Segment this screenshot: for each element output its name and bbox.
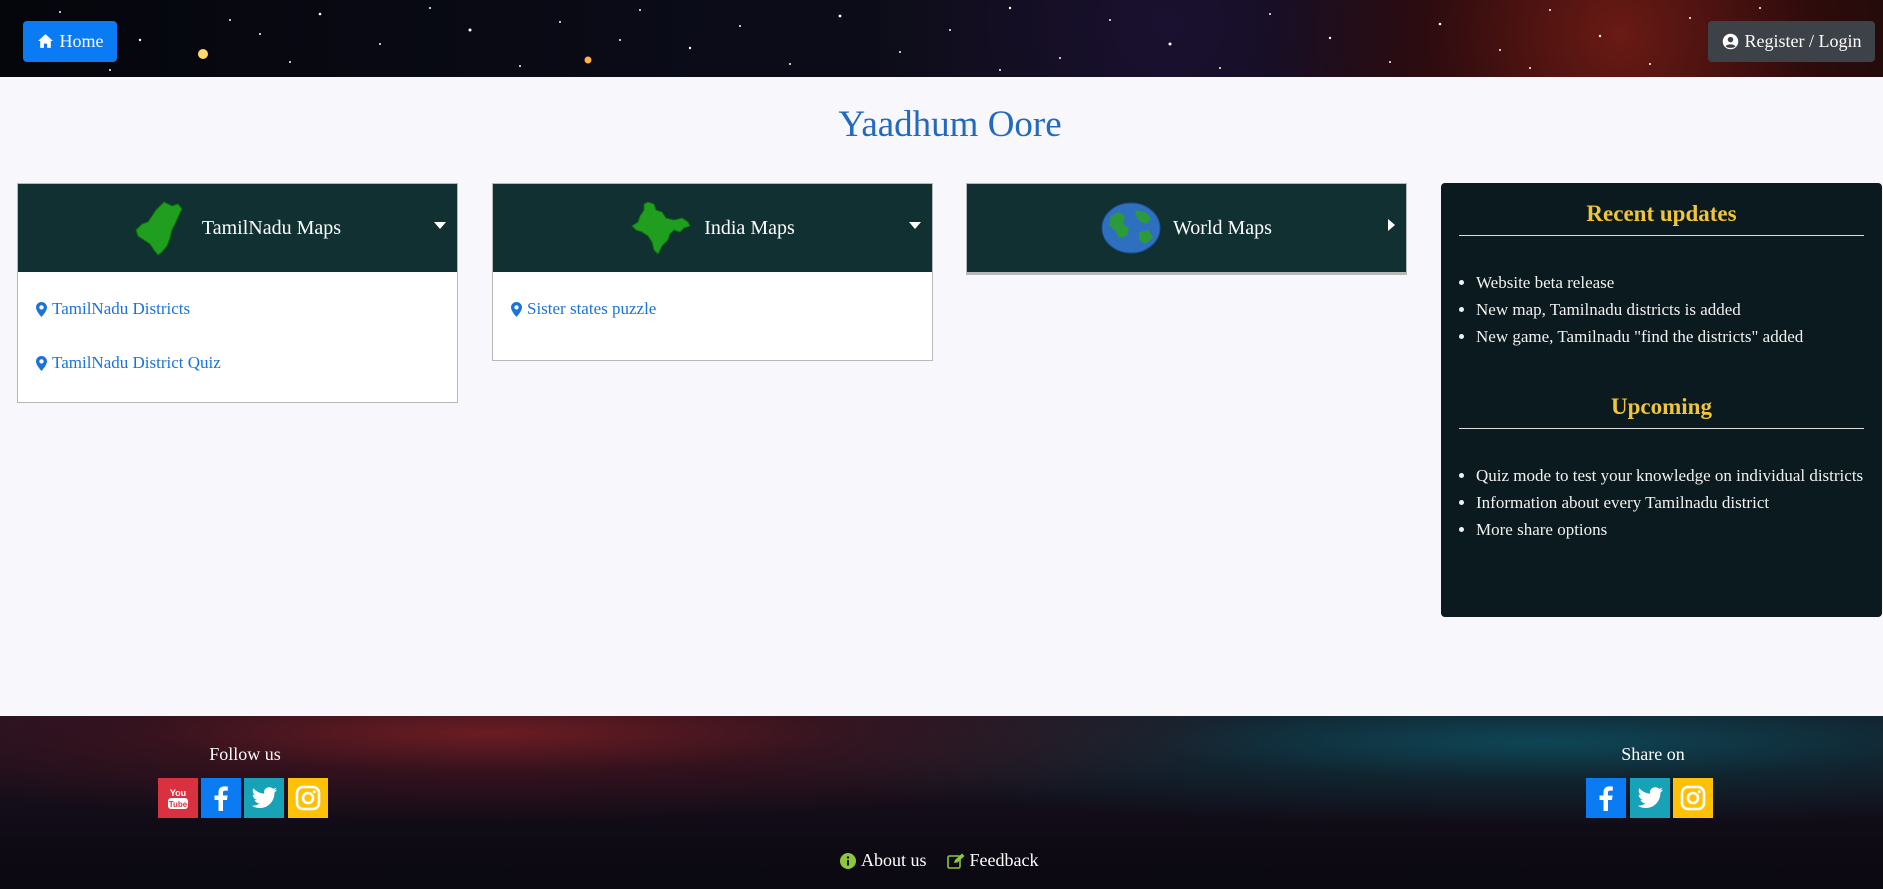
world-maps-title: World Maps [1173,216,1272,239]
instagram-icon [1680,785,1706,811]
tamilnadu-district-quiz-link[interactable]: TamilNadu District Quiz [36,336,439,390]
tamilnadu-maps-card: TamilNadu Maps TamilNadu Districts Tamil… [17,183,458,403]
about-us-link[interactable]: About us [840,850,927,871]
twitter-icon [1637,787,1663,808]
india-maps-header[interactable]: India Maps [493,184,932,272]
tamilnadu-map-icon [135,201,183,256]
tamilnadu-maps-title: TamilNadu Maps [201,216,342,239]
divider [1459,235,1864,236]
list-item: Website beta release [1476,269,1864,296]
twitter-icon [251,787,277,808]
india-maps-card: India Maps Sister states puzzle [492,183,933,361]
youtube-button[interactable]: You Tube [158,778,198,818]
svg-text:Tube: Tube [169,800,188,809]
tamilnadu-maps-header[interactable]: TamilNadu Maps [18,184,457,272]
page-title: Yaadhum Oore [838,104,1062,145]
facebook-follow-button[interactable] [201,778,241,818]
twitter-share-button[interactable] [1630,778,1670,818]
twitter-follow-button[interactable] [244,778,284,818]
tamilnadu-district-quiz-label: TamilNadu District Quiz [52,353,221,372]
facebook-icon [214,786,228,811]
feedback-link[interactable]: Feedback [946,850,1039,871]
list-item: Quiz mode to test your knowledge on indi… [1476,462,1864,489]
chevron-down-icon[interactable] [909,222,921,229]
header-banner: Home Register / Login [0,0,1883,77]
footer-links: About us Feedback [840,850,1038,871]
edit-icon [946,853,965,869]
facebook-share-button[interactable] [1586,778,1626,818]
map-marker-icon [36,301,47,317]
tamilnadu-districts-label: TamilNadu Districts [52,299,191,318]
register-login-button[interactable]: Register / Login [1708,21,1875,62]
feedback-label: Feedback [969,850,1039,870]
svg-text:You: You [170,788,186,798]
recent-updates-list: Website beta release New map, Tamilnadu … [1459,269,1864,350]
upcoming-heading: Upcoming [1611,394,1712,419]
chevron-down-icon[interactable] [434,222,446,229]
home-button[interactable]: Home [23,21,117,62]
follow-us-label: Follow us [209,744,281,764]
world-maps-header[interactable]: World Maps [967,184,1406,272]
youtube-icon: You Tube [168,788,188,809]
updates-sidebar: Recent updates Website beta release New … [1441,183,1882,617]
india-maps-title: India Maps [704,216,795,239]
upcoming-list: Quiz mode to test your knowledge on indi… [1459,462,1864,543]
tamilnadu-districts-link[interactable]: TamilNadu Districts [36,282,439,336]
instagram-share-button[interactable] [1673,778,1713,818]
home-button-label: Home [59,31,104,51]
share-on-label: Share on [1621,744,1685,764]
home-icon [37,34,53,48]
sister-states-puzzle-label: Sister states puzzle [527,299,657,318]
starfield-background [59,6,1761,71]
footer: Follow us You Tube Share on About us Fee… [0,716,1883,889]
list-item: New game, Tamilnadu "find the districts"… [1476,323,1864,350]
facebook-icon [1599,786,1613,811]
world-maps-card: World Maps [966,183,1407,275]
list-item: More share options [1476,516,1864,543]
map-marker-icon [511,301,522,317]
list-item: New map, Tamilnadu districts is added [1476,296,1864,323]
india-map-icon [631,201,691,255]
recent-updates-heading: Recent updates [1586,201,1737,226]
map-marker-icon [36,355,47,371]
globe-icon [1101,202,1161,254]
user-circle-icon [1722,33,1738,50]
divider [1459,428,1864,429]
about-us-label: About us [861,850,927,870]
chevron-right-icon[interactable] [1388,219,1395,231]
info-circle-icon [840,852,856,869]
instagram-follow-button[interactable] [288,778,328,818]
register-login-label: Register / Login [1744,31,1862,51]
sister-states-puzzle-link[interactable]: Sister states puzzle [511,282,914,336]
list-item: Information about every Tamilnadu distri… [1476,489,1864,516]
instagram-icon [295,785,321,811]
